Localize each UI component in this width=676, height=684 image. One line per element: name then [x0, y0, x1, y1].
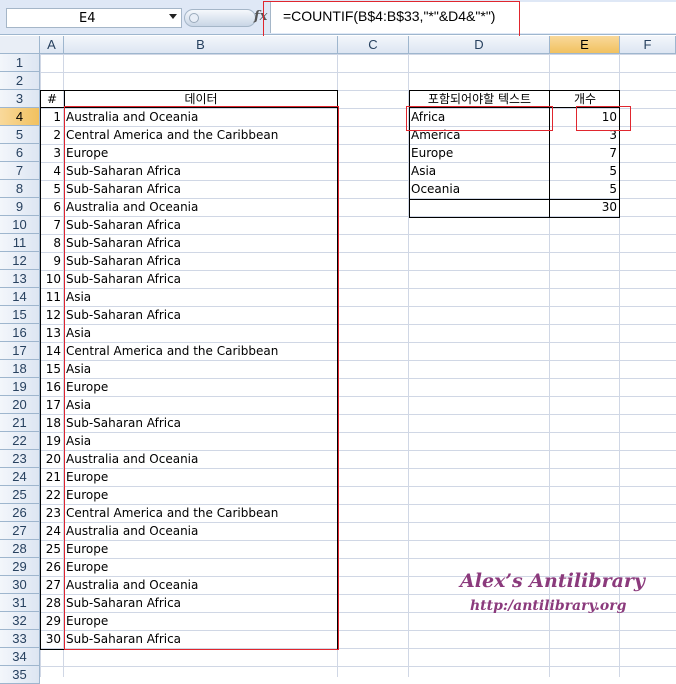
row-header-5[interactable]: 5: [0, 126, 40, 144]
watermark-url: http:/antilibrary.org: [470, 598, 627, 614]
row-header-2[interactable]: 2: [0, 72, 40, 90]
row-header-13[interactable]: 13: [0, 270, 40, 288]
column-header-c[interactable]: C: [338, 36, 409, 54]
row-header-14[interactable]: 14: [0, 288, 40, 306]
row-header-27[interactable]: 27: [0, 522, 40, 540]
row-header-11[interactable]: 11: [0, 234, 40, 252]
row-header-3[interactable]: 3: [0, 90, 40, 108]
row-header-9[interactable]: 9: [0, 198, 40, 216]
row-header-16[interactable]: 16: [0, 324, 40, 342]
chevron-down-icon[interactable]: [169, 14, 177, 19]
name-box[interactable]: E4: [6, 8, 182, 28]
row-header-8[interactable]: 8: [0, 180, 40, 198]
row-header-25[interactable]: 25: [0, 486, 40, 504]
row-header-34[interactable]: 34: [0, 648, 40, 666]
count-table-total-line: [409, 199, 620, 200]
criteria-highlight: [406, 106, 553, 131]
column-header-f[interactable]: F: [620, 36, 676, 54]
row-header-12[interactable]: 12: [0, 252, 40, 270]
row-header-22[interactable]: 22: [0, 432, 40, 450]
column-header-b[interactable]: B: [64, 36, 338, 54]
watermark-title: Alex’s Antilibrary: [460, 570, 645, 592]
result-highlight: [576, 106, 631, 131]
row-header-10[interactable]: 10: [0, 216, 40, 234]
row-header-17[interactable]: 17: [0, 342, 40, 360]
row-header-4[interactable]: 4: [0, 108, 40, 126]
row-header-32[interactable]: 32: [0, 612, 40, 630]
row-header-19[interactable]: 19: [0, 378, 40, 396]
row-header-29[interactable]: 29: [0, 558, 40, 576]
row-header-20[interactable]: 20: [0, 396, 40, 414]
row-header-23[interactable]: 23: [0, 450, 40, 468]
data-range-highlight: [64, 106, 339, 650]
row-header-6[interactable]: 6: [0, 144, 40, 162]
row-header-26[interactable]: 26: [0, 504, 40, 522]
row-header-18[interactable]: 18: [0, 360, 40, 378]
row-header-7[interactable]: 7: [0, 162, 40, 180]
row-header-15[interactable]: 15: [0, 306, 40, 324]
column-header-e[interactable]: E: [550, 36, 620, 54]
row-header-30[interactable]: 30: [0, 576, 40, 594]
select-all-corner[interactable]: [0, 36, 40, 54]
name-box-value: E4: [79, 11, 96, 26]
row-header-35[interactable]: 35: [0, 666, 40, 684]
row-header-33[interactable]: 33: [0, 630, 40, 648]
formula-bar-splitter[interactable]: [184, 9, 256, 27]
row-header-28[interactable]: 28: [0, 540, 40, 558]
column-header-a[interactable]: A: [40, 36, 64, 54]
row-header-31[interactable]: 31: [0, 594, 40, 612]
column-header-d[interactable]: D: [409, 36, 550, 54]
row-header-21[interactable]: 21: [0, 414, 40, 432]
row-header-24[interactable]: 24: [0, 468, 40, 486]
formula-highlight: [263, 1, 520, 41]
row-header-1[interactable]: 1: [0, 54, 40, 72]
splitter-knob-icon[interactable]: [189, 13, 199, 23]
